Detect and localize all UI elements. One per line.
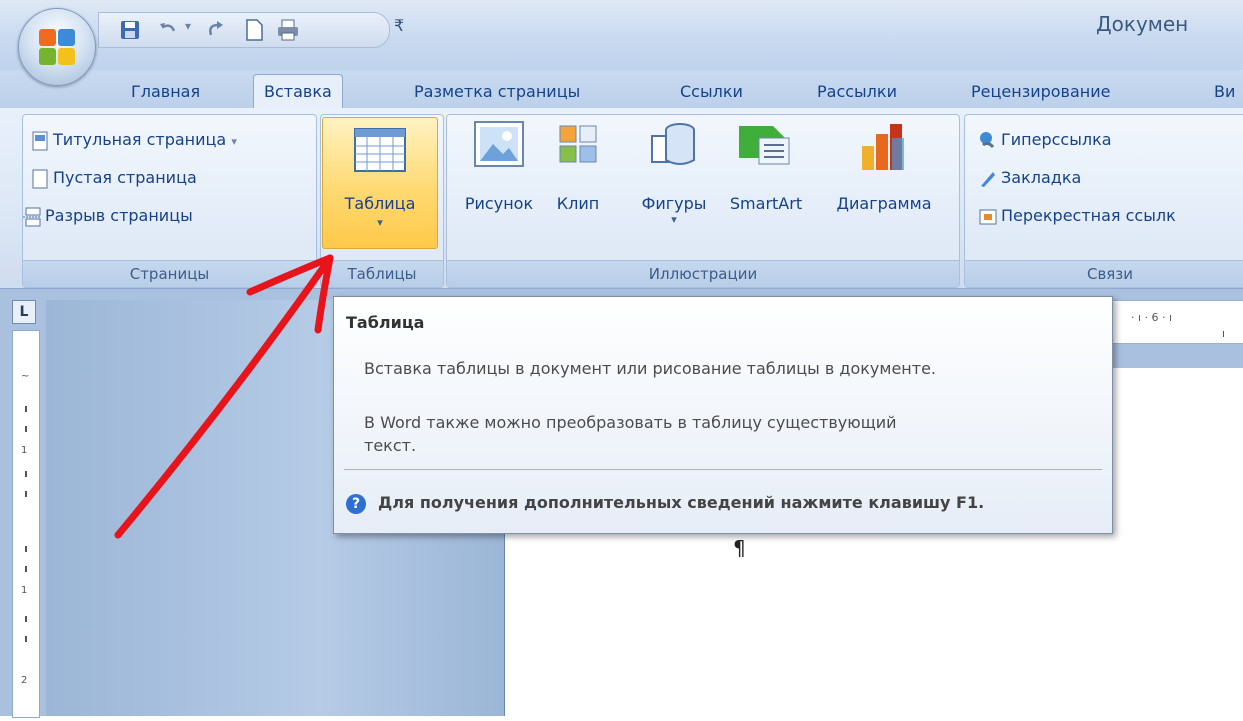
tooltip-insert-table: Таблица Вставка таблицы в документ или р… bbox=[333, 296, 1113, 534]
svg-text:~: ~ bbox=[21, 371, 29, 382]
tooltip-help-text: Для получения дополнительных сведений на… bbox=[378, 493, 985, 512]
chart-label: Диаграмма bbox=[836, 194, 932, 213]
redo-icon[interactable] bbox=[205, 19, 227, 41]
smartart-button[interactable]: SmartArt bbox=[722, 120, 810, 230]
clipart-label: Клип bbox=[556, 194, 600, 213]
tab-insert[interactable]: Вставка bbox=[253, 74, 343, 109]
cover-page-dropdown-icon: ▾ bbox=[231, 135, 237, 148]
tooltip-description-2: В Word также можно преобразовать в табли… bbox=[364, 413, 897, 432]
tab-mailings[interactable]: Рассылки bbox=[817, 77, 897, 107]
tab-selector[interactable]: L bbox=[12, 300, 36, 324]
tooltip-help: ? Для получения дополнительных сведений н… bbox=[346, 493, 984, 514]
ribbon-tabs: Главная Вставка Разметка страницы Ссылки… bbox=[0, 70, 1243, 109]
chart-icon bbox=[862, 124, 904, 170]
insert-table-label: Таблица bbox=[344, 194, 416, 213]
group-links-label: Связи bbox=[965, 260, 1243, 287]
shapes-label: Фигуры bbox=[641, 194, 707, 213]
office-logo-icon bbox=[39, 29, 75, 65]
hyperlink-button[interactable]: Гиперссылка bbox=[979, 125, 1112, 155]
new-document-icon[interactable] bbox=[243, 19, 265, 41]
group-tables-label: Таблицы bbox=[321, 260, 443, 287]
table-icon bbox=[354, 128, 406, 172]
page-break-button[interactable]: Разрыв страницы bbox=[23, 201, 193, 231]
shapes-button[interactable]: Фигуры ▾ bbox=[634, 120, 714, 240]
vertical-ruler: ~ 1 1 2 bbox=[12, 330, 40, 718]
cross-reference-button[interactable]: Перекрестная ссылк bbox=[979, 201, 1176, 231]
office-button[interactable] bbox=[18, 8, 96, 86]
blank-page-button[interactable]: Пустая страница bbox=[31, 163, 197, 193]
ruler-ticks-icon: ~ 1 1 2 bbox=[21, 371, 29, 686]
tab-view[interactable]: Ви bbox=[1214, 77, 1235, 107]
group-illustrations-label: Иллюстрации bbox=[447, 260, 959, 287]
shapes-dropdown-icon: ▾ bbox=[671, 213, 677, 226]
picture-label: Рисунок bbox=[464, 194, 534, 213]
paragraph-mark: ¶ bbox=[733, 536, 746, 560]
tooltip-divider bbox=[344, 469, 1102, 470]
shapes-icon bbox=[651, 123, 695, 165]
picture-button[interactable]: Рисунок bbox=[454, 120, 544, 230]
save-icon[interactable] bbox=[119, 19, 141, 41]
tab-references[interactable]: Ссылки bbox=[680, 77, 743, 107]
ribbon: Титульная страница ▾ Пустая страница Раз… bbox=[0, 108, 1243, 289]
page-break-icon bbox=[23, 207, 41, 226]
print-icon[interactable] bbox=[277, 19, 299, 41]
smartart-label: SmartArt bbox=[729, 194, 803, 213]
tab-home[interactable]: Главная bbox=[131, 77, 200, 107]
undo-dropdown-icon[interactable]: ▾ bbox=[185, 19, 191, 33]
customize-qat-icon[interactable]: ₹ bbox=[394, 16, 404, 35]
svg-text:1: 1 bbox=[21, 585, 27, 596]
bookmark-button[interactable]: Закладка bbox=[979, 163, 1081, 193]
chart-button[interactable]: Диаграмма bbox=[820, 120, 948, 230]
help-icon: ? bbox=[346, 493, 366, 514]
bookmark-icon bbox=[981, 171, 995, 187]
hyperlink-icon bbox=[980, 131, 995, 148]
svg-text:· ı · 6 · ı: · ı · 6 · ı bbox=[1131, 311, 1172, 324]
table-dropdown-icon: ▾ bbox=[377, 216, 383, 229]
tooltip-description: Вставка таблицы в документ или рисование… bbox=[364, 359, 937, 378]
group-pages-label: Страницы bbox=[23, 260, 316, 287]
tooltip-description-3: текст. bbox=[364, 436, 417, 455]
window-title: Докумен bbox=[1096, 12, 1189, 36]
clipart-button[interactable]: Клип bbox=[550, 120, 606, 230]
blank-page-icon bbox=[32, 169, 48, 188]
svg-text:1: 1 bbox=[21, 445, 27, 456]
tab-review[interactable]: Рецензирование bbox=[971, 77, 1110, 107]
smartart-icon bbox=[739, 126, 790, 165]
group-links: Гиперссылка Закладка Перекрестная ссылк … bbox=[964, 114, 1243, 288]
cover-page-button[interactable]: Титульная страница ▾ bbox=[31, 125, 237, 155]
title-bar: ▾ ₹ Докумен bbox=[0, 0, 1243, 70]
group-pages: Титульная страница ▾ Пустая страница Раз… bbox=[22, 114, 317, 288]
quick-access-toolbar: ▾ bbox=[98, 12, 390, 48]
undo-icon[interactable] bbox=[157, 19, 179, 41]
cover-page-icon bbox=[32, 131, 48, 150]
insert-table-button[interactable]: Таблица ▾ bbox=[322, 117, 438, 249]
picture-icon bbox=[474, 121, 524, 167]
cross-reference-icon bbox=[979, 209, 997, 224]
tooltip-title: Таблица bbox=[346, 313, 425, 332]
svg-text:2: 2 bbox=[21, 675, 27, 686]
clipart-icon bbox=[559, 125, 597, 163]
tab-page-layout[interactable]: Разметка страницы bbox=[414, 77, 580, 107]
